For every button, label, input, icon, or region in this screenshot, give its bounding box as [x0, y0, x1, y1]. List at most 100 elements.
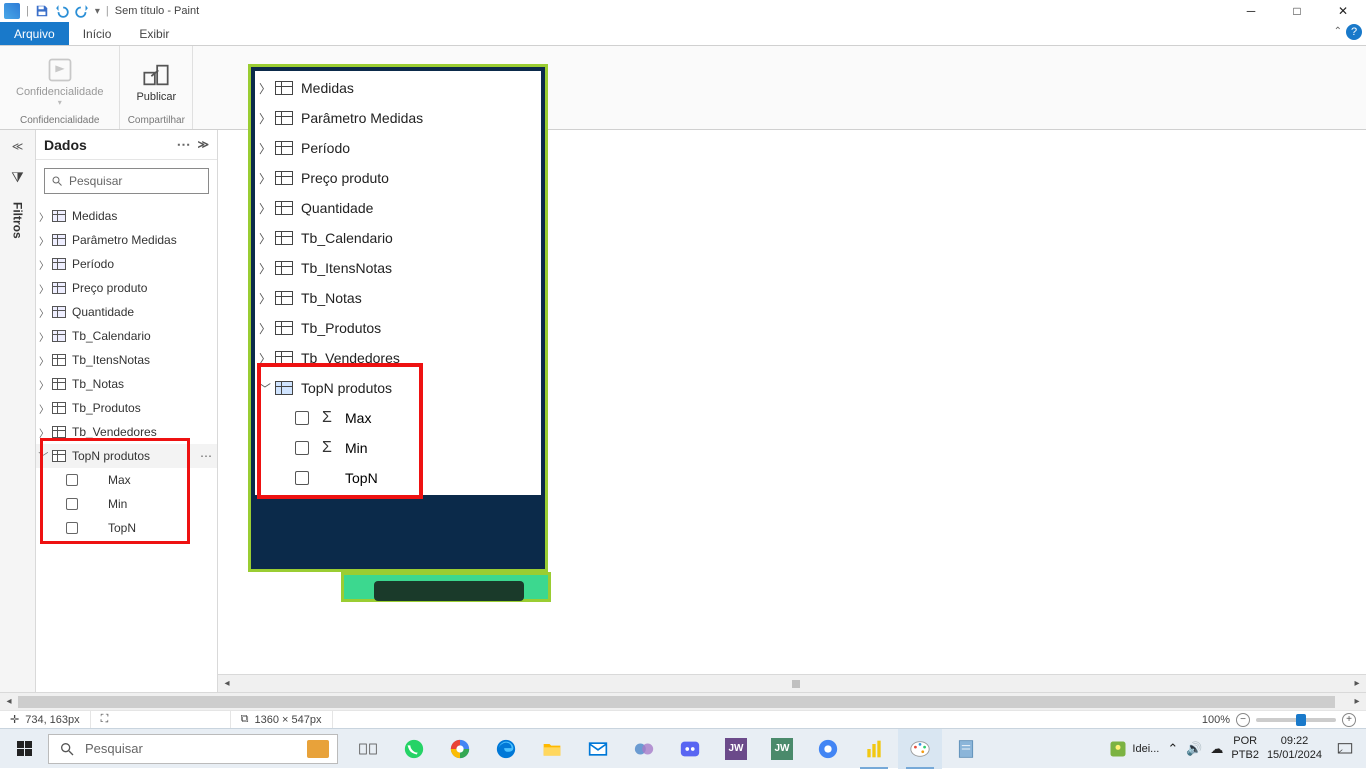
highlight-box: [40, 438, 190, 544]
menubar: Arquivo Início Exibir ⌃ ?: [0, 22, 1366, 46]
start-button[interactable]: [0, 729, 48, 769]
selection-size: ⛶: [91, 711, 231, 728]
outer-scrollbar[interactable]: ◂ ▸: [0, 692, 1366, 710]
canvas-size: ⧉ 1360 × 547px: [231, 711, 333, 728]
table-row[interactable]: 〉Tb_Produtos: [36, 396, 217, 420]
funnel-icon: ⧩: [11, 169, 24, 186]
sensitivity-icon: [44, 54, 76, 86]
list-item: 〉Tb_Calendario: [255, 223, 541, 253]
table-row[interactable]: 〉Medidas: [36, 204, 217, 228]
titlebar: | ▾ | Sem título - Paint ─ □ ✕: [0, 0, 1366, 22]
close-button[interactable]: ✕: [1320, 0, 1366, 22]
scroll-right-icon[interactable]: ▸: [1348, 675, 1366, 693]
inner-scrollbar[interactable]: ◂ ▸: [218, 674, 1366, 692]
canvas-size-icon: ⧉: [241, 713, 249, 726]
table-row[interactable]: 〉Preço produto: [36, 276, 217, 300]
list-item: 〉Tb_Notas: [255, 283, 541, 313]
list-item: 〉Quantidade: [255, 193, 541, 223]
canvas-area[interactable]: 〉Medidas 〉Parâmetro Medidas 〉Período 〉Pr…: [218, 130, 1366, 692]
filtros-label: Filtros: [11, 202, 25, 239]
briefcase-icon: [307, 740, 329, 758]
app-jw-icon[interactable]: JW: [714, 729, 758, 769]
notifications-icon[interactable]: [1330, 741, 1360, 757]
highlight-box-big: [257, 363, 423, 499]
list-item: 〉Medidas: [255, 73, 541, 103]
collapse-ribbon-icon[interactable]: ⌃: [1334, 26, 1342, 37]
whatsapp-icon[interactable]: [392, 729, 436, 769]
more-icon[interactable]: ⋯: [200, 449, 213, 463]
discord-icon[interactable]: [668, 729, 712, 769]
search-icon: [59, 741, 75, 757]
ribbon: Confidencialidade ▾ Confidencialidade Pu…: [0, 46, 1366, 130]
paint-icon[interactable]: [898, 729, 942, 769]
zoom-out-button[interactable]: −: [1236, 713, 1250, 727]
list-item: 〉Preço produto: [255, 163, 541, 193]
chevron-right-icon[interactable]: ≫: [197, 138, 209, 151]
confidencialidade-button: Confidencialidade ▾: [6, 50, 113, 111]
table-row[interactable]: 〉Parâmetro Medidas: [36, 228, 217, 252]
chrome2-icon[interactable]: [806, 729, 850, 769]
app-jw2-icon[interactable]: JW: [760, 729, 804, 769]
language-indicator[interactable]: POR PTB2: [1231, 735, 1259, 761]
filtros-rail[interactable]: ≪ ⧩ Filtros: [0, 130, 36, 692]
list-item: 〉Parâmetro Medidas: [255, 103, 541, 133]
chevron-left-icon[interactable]: ≪: [12, 140, 24, 153]
clock[interactable]: 09:22 15/01/2024: [1267, 735, 1322, 761]
notes-icon[interactable]: [944, 729, 988, 769]
window-title: Sem título - Paint: [115, 5, 199, 17]
task-view-icon[interactable]: [346, 729, 390, 769]
dados-panel: Dados ⋯ ≫ Pesquisar 〉Medidas 〉Parâmetro …: [36, 130, 218, 692]
edge-icon[interactable]: [484, 729, 528, 769]
tab-arquivo[interactable]: Arquivo: [0, 22, 69, 45]
minimize-button[interactable]: ─: [1228, 0, 1274, 22]
list-item: 〉Tb_ItensNotas: [255, 253, 541, 283]
embedded-screenshot: 〉Medidas 〉Parâmetro Medidas 〉Período 〉Pr…: [248, 64, 548, 572]
scroll-left-icon[interactable]: ◂: [218, 675, 236, 693]
taskbar: Pesquisar JW JW Idei... ⌃ 🔊 ☁ POR PTB2: [0, 728, 1366, 768]
statusbar: ✛ 734, 163px ⛶ ⧉ 1360 × 547px 100% − +: [0, 710, 1366, 728]
mail-icon[interactable]: [576, 729, 620, 769]
onedrive-icon[interactable]: ☁: [1210, 741, 1223, 757]
tab-exibir[interactable]: Exibir: [125, 22, 183, 45]
dados-title: Dados: [44, 137, 87, 153]
publish-icon: [140, 59, 172, 91]
help-icon[interactable]: ?: [1346, 24, 1362, 40]
system-tray: Idei... ⌃ 🔊 ☁ POR PTB2 09:22 15/01/2024: [1102, 735, 1366, 761]
cursor-position: ✛ 734, 163px: [0, 711, 91, 728]
weather-icon[interactable]: Idei...: [1108, 739, 1159, 759]
more-icon[interactable]: ⋯: [176, 136, 191, 153]
taskbar-search[interactable]: Pesquisar: [48, 734, 338, 764]
green-strip: [341, 572, 551, 602]
tab-inicio[interactable]: Início: [69, 22, 126, 45]
table-row[interactable]: 〉Quantidade: [36, 300, 217, 324]
table-row[interactable]: 〉Tb_ItensNotas: [36, 348, 217, 372]
search-input[interactable]: Pesquisar: [44, 168, 209, 194]
table-row[interactable]: 〉Tb_Notas: [36, 372, 217, 396]
speaker-icon[interactable]: 🔊: [1186, 741, 1202, 757]
list-item: 〉Período: [255, 133, 541, 163]
publicar-button[interactable]: Publicar: [126, 50, 186, 111]
paint-app-icon: [4, 3, 20, 19]
group-label-compartilhar: Compartilhar: [128, 111, 185, 129]
undo-icon[interactable]: [55, 4, 69, 18]
redo-icon[interactable]: [75, 4, 89, 18]
explorer-icon[interactable]: [530, 729, 574, 769]
list-item: 〉Tb_Produtos: [255, 313, 541, 343]
zoom-in-button[interactable]: +: [1342, 713, 1356, 727]
powerbi-icon[interactable]: [852, 729, 896, 769]
scroll-left-icon[interactable]: ◂: [0, 693, 18, 711]
search-icon: [51, 175, 63, 187]
selection-icon: ⛶: [101, 713, 109, 726]
zoom-slider[interactable]: [1256, 718, 1336, 722]
chrome-icon[interactable]: [438, 729, 482, 769]
zoom-control[interactable]: 100% − +: [1192, 713, 1366, 727]
maximize-button[interactable]: □: [1274, 0, 1320, 22]
scroll-right-icon[interactable]: ▸: [1348, 693, 1366, 711]
crosshair-icon: ✛: [10, 713, 19, 726]
tray-chevron-icon[interactable]: ⌃: [1167, 741, 1178, 757]
save-icon[interactable]: [35, 4, 49, 18]
table-row[interactable]: 〉Período: [36, 252, 217, 276]
copilot-icon[interactable]: [622, 729, 666, 769]
group-label-confidencialidade: Confidencialidade: [20, 111, 100, 129]
table-row[interactable]: 〉Tb_Calendario: [36, 324, 217, 348]
